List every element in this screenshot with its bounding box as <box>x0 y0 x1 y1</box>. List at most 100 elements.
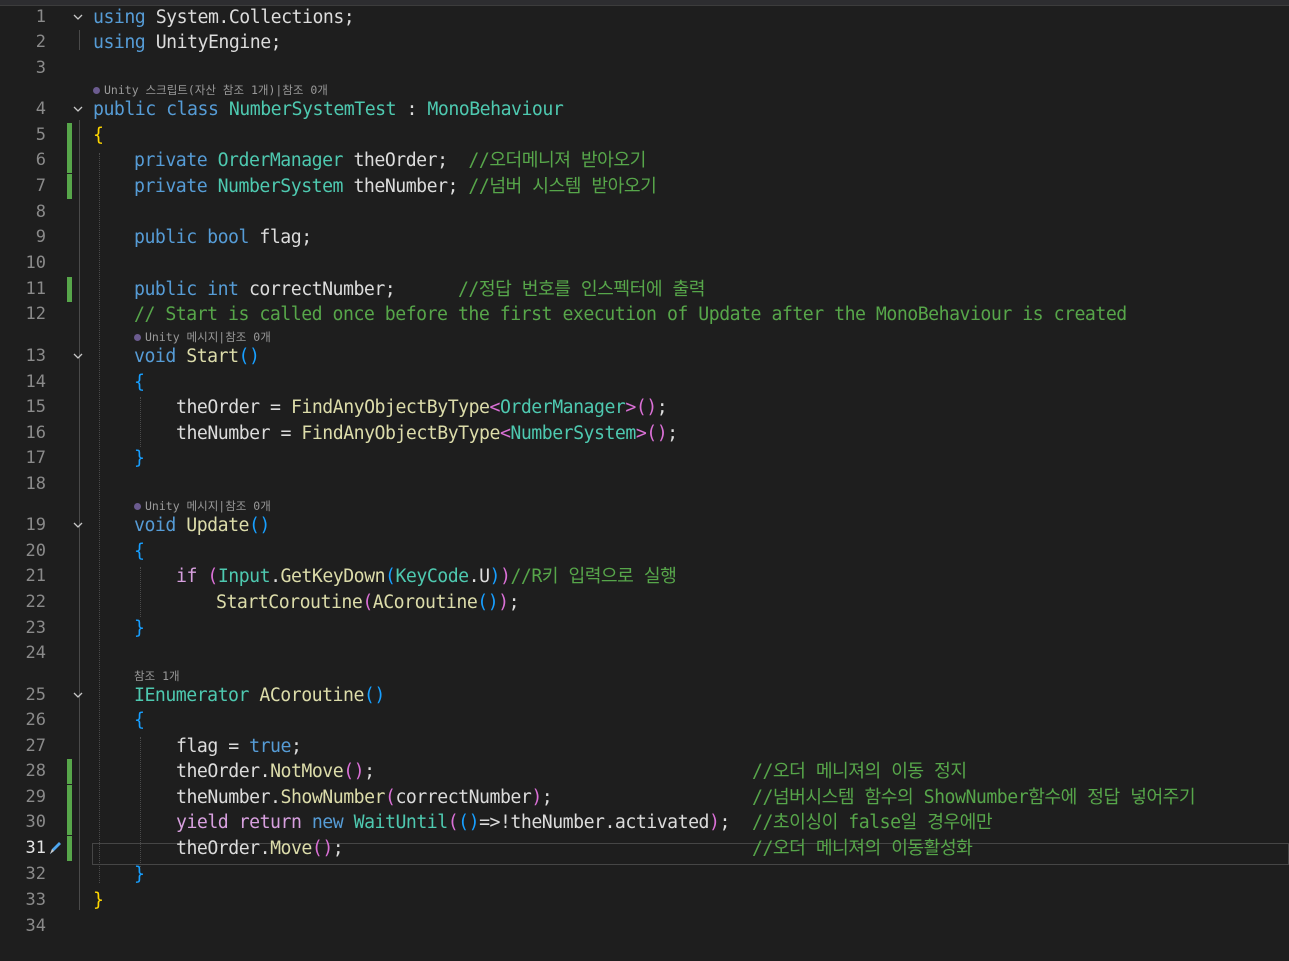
code-line[interactable]: 28 theOrder.NotMove(); //오더 메니져의 이동 정지 <box>0 759 1289 784</box>
code-line[interactable]: 4 public class NumberSystemTest : MonoBe… <box>0 97 1289 122</box>
codelens-text: 참조 1개 <box>134 669 180 683</box>
code-line[interactable]: 7 private NumberSystem theNumber; //넘버 시… <box>0 174 1289 199</box>
unity-icon <box>93 87 100 94</box>
code-text: private OrderManager theOrder; //오더메니져 받… <box>134 150 646 171</box>
line-number: 1 <box>35 7 46 27</box>
code-text: } <box>93 890 104 911</box>
code-line[interactable]: 24 <box>0 641 1289 666</box>
code-line[interactable]: 30 yield return new WaitUntil(()=>!theNu… <box>0 810 1289 835</box>
line-number: 20 <box>25 541 46 561</box>
code-text: theOrder.Move(); <box>176 838 344 859</box>
line-number: 19 <box>25 515 46 535</box>
codelens-coroutine-references[interactable]: 참조 1개 <box>134 669 180 683</box>
code-line[interactable]: 8 <box>0 200 1289 225</box>
code-line[interactable]: 21 if (Input.GetKeyDown(KeyCode.U))//R키 … <box>0 564 1289 589</box>
code-line[interactable]: 34 <box>0 914 1289 939</box>
code-text: using UnityEngine; <box>93 32 282 53</box>
line-number: 28 <box>25 761 46 781</box>
code-line[interactable]: 20 { <box>0 539 1289 564</box>
quick-action-pen-icon[interactable] <box>47 839 63 857</box>
line-number: 22 <box>25 592 46 612</box>
change-marker <box>67 123 72 148</box>
line-number: 6 <box>35 150 46 170</box>
code-line[interactable]: 6 private OrderManager theOrder; //오더메니져… <box>0 148 1289 173</box>
code-editor[interactable]: Unity 스크립트(자산 참조 1개)|참조 0개 Unity 메시지|참조 … <box>0 5 1289 961</box>
code-line[interactable]: 13 void Start() <box>0 344 1289 369</box>
code-line[interactable]: 3 <box>0 56 1289 81</box>
code-line[interactable]: 22 StartCoroutine(ACoroutine()); <box>0 590 1289 615</box>
code-line[interactable]: 5 { <box>0 123 1289 148</box>
change-marker <box>67 836 72 861</box>
unity-icon <box>134 503 141 510</box>
code-comment: //초이싱이 false일 경우에만 <box>752 812 993 833</box>
code-comment: //오더 메니져의 이동활성화 <box>752 838 973 859</box>
code-text: { <box>134 372 145 393</box>
codelens-start-references[interactable]: Unity 메시지|참조 0개 <box>134 330 271 344</box>
line-number: 4 <box>35 99 46 119</box>
codelens-class-references[interactable]: Unity 스크립트(자산 참조 1개)|참조 0개 <box>93 83 328 97</box>
code-line[interactable]: 14 { <box>0 370 1289 395</box>
code-text: public bool flag; <box>134 227 312 248</box>
code-text: yield return new WaitUntil(()=>!theNumbe… <box>176 812 730 833</box>
line-number: 18 <box>25 474 46 494</box>
collapse-chevron-icon[interactable] <box>73 352 83 360</box>
code-text: using System.Collections; <box>93 7 355 28</box>
change-marker <box>67 277 72 302</box>
line-number: 8 <box>35 202 46 222</box>
code-line[interactable]: 18 <box>0 472 1289 497</box>
code-line[interactable]: 16 theNumber = FindAnyObjectByType<Numbe… <box>0 421 1289 446</box>
code-text: flag = true; <box>176 736 302 757</box>
code-line[interactable]: 29 theNumber.ShowNumber(correctNumber); … <box>0 785 1289 810</box>
codelens-text: Unity 메시지|참조 0개 <box>145 499 271 513</box>
code-line[interactable]: 11 public int correctNumber; //정답 번호를 인스… <box>0 277 1289 302</box>
code-text: theOrder = FindAnyObjectByType<OrderMana… <box>176 397 668 418</box>
code-line[interactable]: 1 using System.Collections; <box>0 5 1289 30</box>
collapse-chevron-icon[interactable] <box>73 521 83 529</box>
line-number: 12 <box>25 304 46 324</box>
code-line[interactable]: 12 // Start is called once before the fi… <box>0 302 1289 327</box>
line-number: 13 <box>25 346 46 366</box>
code-text: public int correctNumber; //정답 번호를 인스펙터에… <box>134 279 706 300</box>
line-number: 15 <box>25 397 46 417</box>
code-text: IEnumerator ACoroutine() <box>134 685 385 706</box>
line-number: 17 <box>25 448 46 468</box>
code-line[interactable]: 17 } <box>0 446 1289 471</box>
code-text: private NumberSystem theNumber; //넘버 시스템… <box>134 176 657 197</box>
collapse-chevron-icon[interactable] <box>73 691 83 699</box>
code-text: theOrder.NotMove(); <box>176 761 375 782</box>
line-number: 7 <box>35 176 46 196</box>
code-comment: //오더 메니져의 이동 정지 <box>752 761 967 782</box>
code-line[interactable]: 33 } <box>0 888 1289 913</box>
line-number: 9 <box>35 227 46 247</box>
code-line[interactable]: 2 using UnityEngine; <box>0 30 1289 55</box>
code-text: // Start is called once before the first… <box>134 304 1127 325</box>
code-text: { <box>134 710 145 731</box>
line-number-current: 31 <box>25 838 46 858</box>
code-line-current[interactable]: 31 theOrder.Move(); //오더 메니져의 이동활성화 <box>0 836 1289 861</box>
line-number: 29 <box>25 787 46 807</box>
code-line[interactable]: 23 } <box>0 616 1289 641</box>
codelens-update-references[interactable]: Unity 메시지|참조 0개 <box>134 499 271 513</box>
line-number: 24 <box>25 643 46 663</box>
code-text: } <box>134 448 145 469</box>
line-number: 11 <box>25 279 46 299</box>
code-text: } <box>134 618 145 639</box>
collapse-chevron-icon[interactable] <box>73 105 83 113</box>
line-number: 21 <box>25 566 46 586</box>
code-comment: //넘버시스템 함수의 ShowNumber함수에 정답 넣어주기 <box>752 787 1196 808</box>
line-number: 25 <box>25 685 46 705</box>
code-text: { <box>93 125 104 146</box>
code-text: if (Input.GetKeyDown(KeyCode.U))//R키 입력으… <box>176 566 677 587</box>
code-line[interactable]: 19 void Update() <box>0 513 1289 538</box>
code-line[interactable]: 15 theOrder = FindAnyObjectByType<OrderM… <box>0 395 1289 420</box>
code-text: theNumber = FindAnyObjectByType<NumberSy… <box>176 423 678 444</box>
code-line[interactable]: 25 IEnumerator ACoroutine() <box>0 683 1289 708</box>
collapse-chevron-icon[interactable] <box>73 13 83 21</box>
code-line[interactable]: 32 } <box>0 862 1289 887</box>
line-number: 14 <box>25 372 46 392</box>
code-line[interactable]: 10 <box>0 251 1289 276</box>
code-line[interactable]: 9 public bool flag; <box>0 225 1289 250</box>
line-number: 27 <box>25 736 46 756</box>
code-line[interactable]: 26 { <box>0 708 1289 733</box>
code-line[interactable]: 27 flag = true; <box>0 734 1289 759</box>
